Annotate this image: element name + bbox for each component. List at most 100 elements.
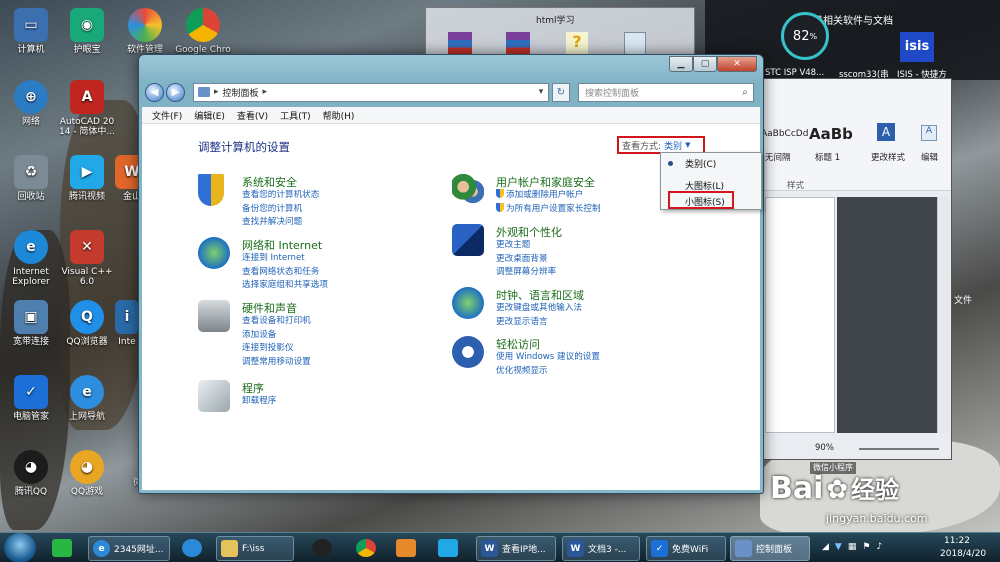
control-panel-window[interactable]: ▁ ▢ ✕ ◀ ▶ ▸ 控制面板 ▸ ▾ ↻ 搜索控制面板 ⌕ 文件(F) 编辑… — [138, 54, 764, 494]
clock-date[interactable]: 2018/4/20 — [940, 549, 986, 559]
appearance-icon[interactable] — [452, 224, 484, 256]
media-player-icon[interactable] — [396, 539, 416, 557]
taskbar-item-control-panel[interactable]: 控制面板 — [730, 536, 810, 561]
option-category[interactable]: 类别(C) — [685, 157, 716, 170]
desktop-icon-computer[interactable]: ▭ 计算机 — [0, 8, 62, 55]
category-title[interactable]: 轻松访问 — [496, 336, 540, 352]
category-link[interactable]: 查看设备和打印机 — [242, 315, 311, 329]
refresh-icon[interactable]: ↻ — [552, 82, 570, 102]
search-icon[interactable]: ⌕ — [737, 87, 753, 98]
taskbar-item-browser[interactable]: e 2345网址... — [88, 536, 170, 561]
category-link[interactable]: 调整常用移动设置 — [242, 356, 311, 370]
maximize-button[interactable]: ▢ — [693, 56, 717, 72]
panel-item[interactable]: STC ISP V48... — [765, 68, 824, 78]
printer-icon[interactable] — [198, 300, 230, 332]
category-link[interactable]: 更改显示语言 — [496, 316, 582, 330]
desktop-icon-qq-game[interactable]: ◕ QQ游戏 — [56, 450, 118, 497]
chevron-down-icon[interactable]: ▼ — [685, 141, 690, 149]
ease-of-access-icon[interactable] — [452, 336, 484, 368]
desktop-icon-software[interactable]: 软件管理 — [114, 8, 176, 55]
menu-view[interactable]: 查看(V) — [237, 109, 268, 122]
programs-icon[interactable] — [198, 380, 230, 412]
category-link[interactable]: 为所有用户设置家长控制 — [496, 202, 601, 217]
menu-help[interactable]: 帮助(H) — [323, 109, 355, 122]
desktop-icon-nav[interactable]: e 上网导航 — [56, 375, 118, 422]
category-title[interactable]: 程序 — [242, 380, 264, 396]
desktop-icon-autocad[interactable]: A AutoCAD 20 14 - 简体中... — [56, 80, 118, 137]
desktop-icon-qq[interactable]: ◕ 腾讯QQ — [0, 450, 62, 497]
category-link[interactable]: 选择家庭组和共享选项 — [242, 279, 328, 293]
users-icon[interactable] — [452, 174, 484, 206]
shield-icon[interactable] — [198, 174, 224, 206]
desktop-icon-chrome[interactable]: Google Chro — [172, 8, 234, 55]
breadcrumb[interactable]: 控制面板 — [223, 86, 259, 99]
taskbar-item-folder[interactable]: F:\iss — [216, 536, 294, 561]
category-title[interactable]: 外观和个性化 — [496, 224, 562, 240]
category-link[interactable]: 查看网络状态和任务 — [242, 266, 328, 280]
category-link[interactable]: 更改键盘或其他输入法 — [496, 302, 582, 316]
desktop-icon-recycle-bin[interactable]: ♻ 回收站 — [0, 155, 62, 202]
style-preview-normal[interactable]: AaBbCcDd — [761, 129, 808, 139]
category-title[interactable]: 系统和安全 — [242, 174, 297, 190]
chrome-taskbar-icon[interactable] — [356, 539, 376, 557]
desktop-icon-eye-guard[interactable]: ◉ 护眼宝 — [56, 8, 118, 55]
category-link[interactable]: 连接到 Internet — [242, 252, 328, 266]
category-link[interactable]: 连接到投影仪 — [242, 342, 311, 356]
category-link[interactable]: 查看您的计算机状态 — [242, 189, 319, 203]
close-button[interactable]: ✕ — [717, 56, 757, 72]
desktop-icon-ie[interactable]: e Internet Explorer — [0, 230, 62, 287]
category-title[interactable]: 硬件和声音 — [242, 300, 297, 316]
menu-edit[interactable]: 编辑(E) — [194, 109, 225, 122]
address-bar[interactable]: ▸ 控制面板 ▸ ▾ — [193, 82, 549, 102]
taskbar-item-word-doc[interactable]: W 文档3 -... — [562, 536, 640, 561]
category-link[interactable]: 备份您的计算机 — [242, 203, 319, 217]
category-link[interactable]: 查找并解决问题 — [242, 216, 319, 230]
tray-icons[interactable]: ◢ ▼ ▦ ⚑ ♪ — [822, 542, 932, 554]
category-title[interactable]: 网络和 Internet — [242, 237, 322, 253]
performance-gauge[interactable]: 82% — [781, 12, 829, 60]
desktop-icon-vc[interactable]: ✕ Visual C++ 6.0 — [56, 230, 118, 287]
category-title[interactable]: 时钟、语言和区域 — [496, 287, 584, 303]
search-input[interactable]: 搜索控制面板 — [585, 86, 639, 99]
category-link[interactable]: 更改桌面背景 — [496, 253, 556, 267]
desktop-icon-pc-manager[interactable]: ✓ 电脑管家 — [0, 375, 62, 422]
category-link[interactable]: 卸载程序 — [242, 395, 276, 409]
forward-button[interactable]: ▶ — [166, 82, 185, 102]
ie-taskbar-icon[interactable] — [182, 539, 202, 557]
category-link[interactable]: 添加设备 — [242, 329, 311, 343]
desktop-icon-qq-browser[interactable]: Q QQ浏览器 — [56, 300, 118, 347]
desktop-icon-network[interactable]: ⊕ 网络 — [0, 80, 62, 127]
desktop-icon-broadband[interactable]: ▣ 宽带连接 — [0, 300, 62, 347]
zoom-slider[interactable] — [859, 448, 939, 450]
chevron-down-icon[interactable]: ▾ — [534, 87, 548, 97]
category-link[interactable]: 调整屏幕分辨率 — [496, 266, 556, 280]
menu-tools[interactable]: 工具(T) — [280, 109, 311, 122]
change-styles-button[interactable]: 更改样式 — [871, 151, 905, 163]
iqiyi-icon[interactable] — [52, 539, 72, 557]
back-button[interactable]: ◀ — [145, 82, 164, 102]
category-link[interactable]: 更改主题 — [496, 239, 556, 253]
start-button[interactable] — [4, 533, 36, 562]
background-folder-window[interactable]: html学习 ? — [425, 7, 695, 59]
style-preview-heading[interactable]: AaBb — [809, 125, 853, 143]
word-window[interactable]: AaBbCcDd AaBb 无间隔 标题 1 A 更改样式 A 编辑 样式 90… — [752, 78, 952, 460]
category-link[interactable]: 添加或删除用户帐户 — [496, 189, 601, 203]
clock-time[interactable]: 11:22 — [944, 536, 970, 546]
category-title[interactable]: 用户帐户和家庭安全 — [496, 174, 595, 190]
word-document-page[interactable] — [765, 197, 835, 433]
minimize-button[interactable]: ▁ — [669, 56, 693, 72]
category-link[interactable]: 优化视频显示 — [496, 365, 600, 379]
network-globe-icon[interactable] — [198, 237, 230, 269]
taskbar-item-wifi[interactable]: ✓ 免费WiFi — [646, 536, 726, 561]
clock-globe-icon[interactable] — [452, 287, 484, 319]
menu-file[interactable]: 文件(F) — [152, 109, 182, 122]
edit-button[interactable]: 编辑 — [921, 151, 938, 163]
view-by-value[interactable]: 类别 — [664, 139, 682, 152]
taskbar-item-word-ip[interactable]: W 查看IP地... — [476, 536, 556, 561]
search-field[interactable]: 搜索控制面板 ⌕ — [578, 82, 754, 102]
desktop-icon-tencent-video[interactable]: ▶ 腾讯视频 — [56, 155, 118, 202]
tencent-video-taskbar-icon[interactable] — [438, 539, 458, 557]
category-link[interactable]: 使用 Windows 建议的设置 — [496, 351, 600, 365]
qq-taskbar-icon[interactable] — [312, 539, 332, 557]
word-vertical-scrollbar[interactable] — [937, 197, 949, 433]
